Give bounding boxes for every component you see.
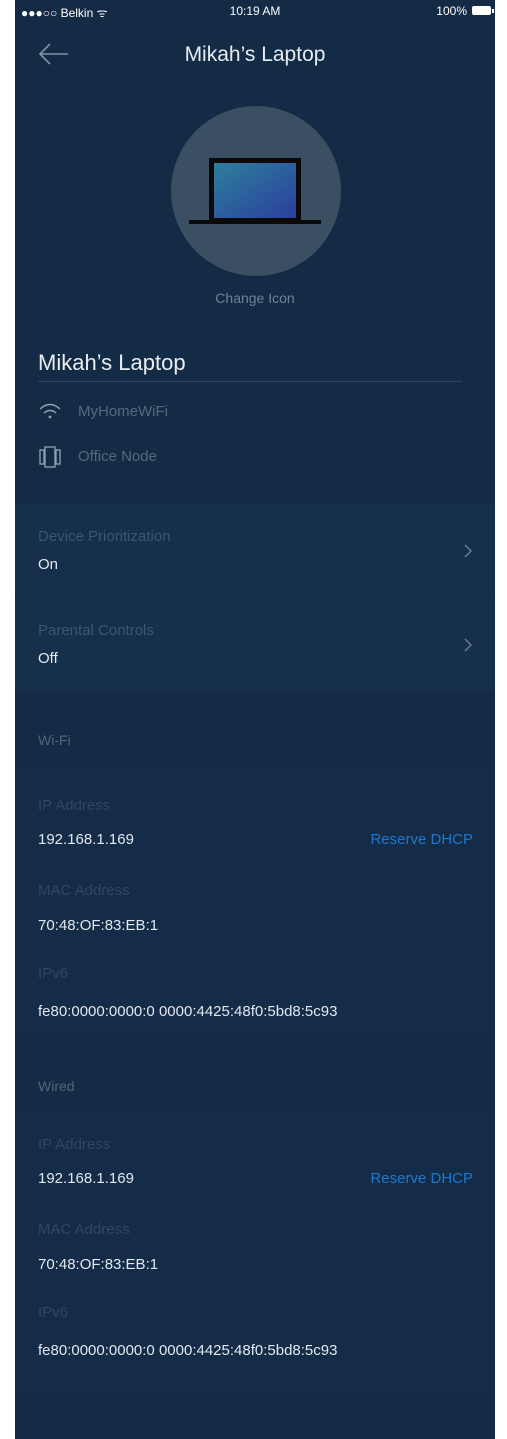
page-title: Mikah’s Laptop [184, 43, 326, 66]
status-time: 10:19 AM [229, 4, 281, 18]
wifi-details: IP Address 192.168.1.169 Reserve DHCP MA… [15, 767, 495, 1037]
wired-ipv6-value: fe80:0000:0000:0 0000:4425:48f0:5bd8:5c9… [38, 1342, 338, 1359]
device-prioritization-row[interactable]: Device Prioritization On [15, 503, 495, 596]
wifi-section-header: Wi-Fi [38, 732, 71, 748]
parental-controls-value: Off [38, 650, 58, 667]
chevron-right-icon [464, 544, 472, 558]
wired-ipv6-label: IPv6 [38, 1304, 69, 1321]
device-prioritization-value: On [38, 556, 59, 573]
battery-percent: 100% [436, 4, 467, 18]
parental-controls-label: Parental Controls [38, 622, 154, 639]
device-details-screen: ●●●○○ Belkin ᯤ 10:19 AM 100% Mikah’s Lap… [15, 0, 495, 1439]
device-name-field[interactable]: Mikah’s Laptop [38, 350, 186, 376]
wired-mac-label: MAC Address [38, 1221, 130, 1238]
wired-ip-label: IP Address [38, 1136, 111, 1153]
node-name: Office Node [78, 448, 157, 465]
wifi-ip-value: 192.168.1.169 [38, 831, 134, 848]
wifi-reserve-dhcp-button[interactable]: Reserve DHCP [370, 831, 473, 848]
wifi-ipv6-label: IPv6 [38, 965, 69, 982]
node-icon [39, 446, 61, 468]
network-name: MyHomeWiFi [78, 403, 168, 420]
battery-icon [472, 6, 494, 15]
wired-section-header: Wired [38, 1078, 75, 1094]
wifi-ipv6-value: fe80:0000:0000:0 0000:4425:48f0:5bd8:5c9… [38, 1003, 338, 1020]
parental-controls-row[interactable]: Parental Controls Off [15, 597, 495, 690]
name-underline [38, 381, 462, 382]
wired-ip-value: 192.168.1.169 [38, 1170, 134, 1187]
status-bar: ●●●○○ Belkin ᯤ 10:19 AM 100% [15, 0, 495, 22]
network-row: MyHomeWiFi [38, 401, 238, 425]
node-row: Office Node [38, 446, 238, 470]
wifi-mac-label: MAC Address [38, 882, 130, 899]
wired-details: IP Address 192.168.1.169 Reserve DHCP MA… [15, 1106, 495, 1394]
device-icon-button[interactable] [171, 106, 341, 276]
wifi-mac-value: 70:48:OF:83:EB:1 [38, 917, 159, 934]
change-icon-link[interactable]: Change Icon [15, 290, 495, 306]
wifi-icon [39, 403, 61, 419]
laptop-icon [189, 158, 321, 224]
wired-mac-value: 70:48:OF:83:EB:1 [38, 1256, 159, 1273]
wired-reserve-dhcp-button[interactable]: Reserve DHCP [370, 1170, 473, 1187]
chevron-right-icon [464, 638, 472, 652]
device-prioritization-label: Device Prioritization [38, 528, 171, 545]
wifi-ip-label: IP Address [38, 797, 111, 814]
